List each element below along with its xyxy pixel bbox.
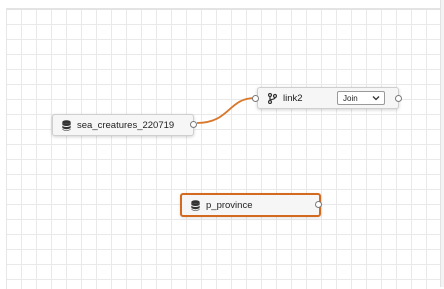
workspace: sea_creatures_220719 link2 Join p_provin…	[0, 0, 444, 289]
output-port[interactable]	[395, 95, 402, 102]
node-p-province[interactable]: p_province	[180, 193, 321, 217]
flow-canvas[interactable]	[6, 8, 441, 289]
input-port[interactable]	[252, 95, 259, 102]
database-icon	[61, 119, 71, 131]
output-port[interactable]	[315, 201, 322, 208]
join-type-select[interactable]: Join	[337, 91, 385, 105]
node-label: p_province	[206, 199, 253, 211]
chevron-down-icon	[372, 96, 380, 101]
vertical-scrollbar[interactable]	[440, 0, 444, 287]
join-type-value: Join	[343, 93, 358, 103]
output-port[interactable]	[190, 121, 197, 128]
node-label: sea_creatures_220719	[77, 119, 175, 131]
node-sea-creatures[interactable]: sea_creatures_220719	[52, 114, 194, 136]
node-label: link2	[283, 92, 303, 104]
branch-merge-icon	[267, 92, 277, 104]
database-icon	[190, 199, 200, 211]
